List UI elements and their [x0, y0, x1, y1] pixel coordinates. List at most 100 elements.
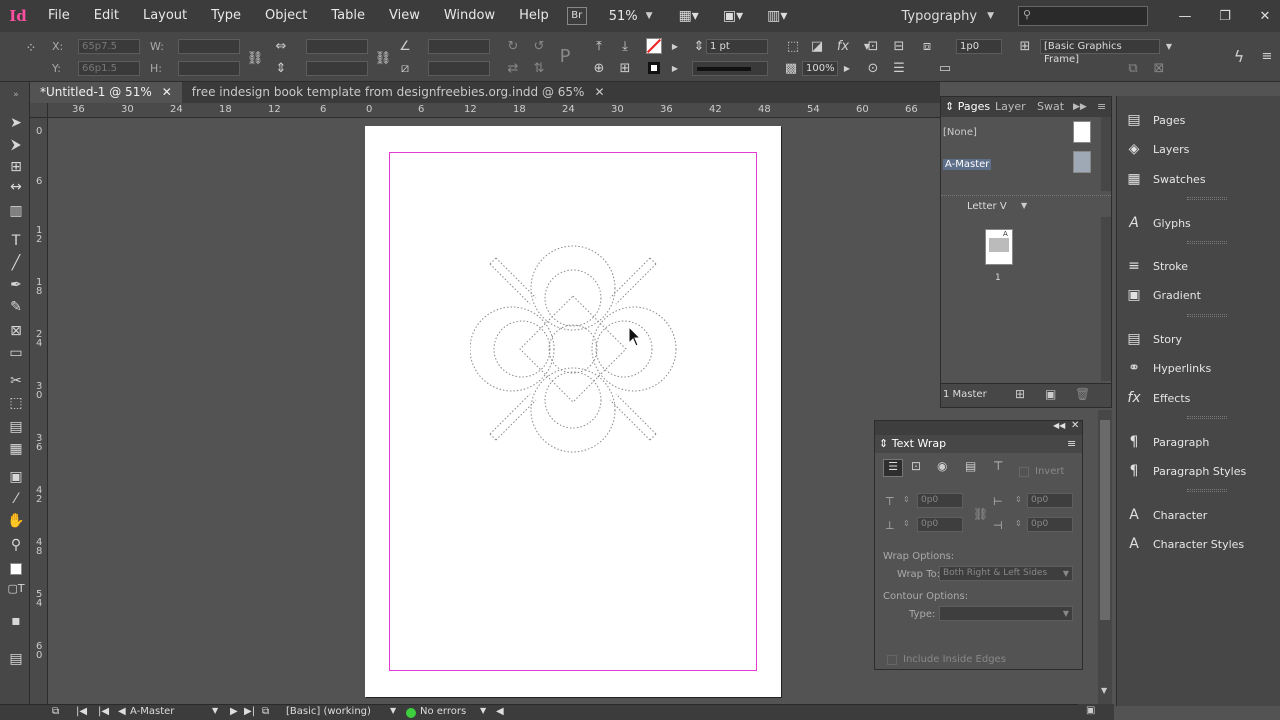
- dock-divider[interactable]: [1187, 197, 1227, 200]
- gradient-feather-tool-icon[interactable]: ▦: [6, 440, 26, 458]
- layout-window-icon[interactable]: ⧉: [52, 706, 59, 717]
- menu-view[interactable]: View: [377, 0, 432, 32]
- search-input[interactable]: ⚲: [1018, 6, 1148, 26]
- right-offset-field[interactable]: 0p0: [1027, 517, 1073, 532]
- dock-item-gradient[interactable]: ▣ Gradient: [1125, 284, 1201, 306]
- top-offset-stepper[interactable]: ⇕: [903, 495, 910, 504]
- preflight-status[interactable]: No errors: [420, 706, 466, 717]
- gap-tool-icon[interactable]: ↔: [6, 178, 26, 196]
- jump-to-next-column-icon[interactable]: ⊤: [993, 459, 1003, 473]
- page-dropdown-icon[interactable]: ▼: [212, 706, 218, 715]
- scale-y-field[interactable]: [306, 61, 368, 76]
- wrap-to-select[interactable]: Both Right & Left Sides ▼: [939, 566, 1073, 581]
- x-field[interactable]: 65p7.5: [78, 39, 140, 54]
- page-1-thumbnail[interactable]: A: [985, 229, 1013, 265]
- ruler-origin[interactable]: [30, 103, 48, 118]
- w-field[interactable]: [178, 39, 240, 54]
- toolbox-collapse-icon[interactable]: »: [6, 86, 26, 104]
- view-toggle-icon[interactable]: ▣: [1086, 705, 1095, 716]
- direct-selection-tool-icon[interactable]: ⮞: [6, 136, 26, 154]
- dock-item-character-styles[interactable]: A Character Styles: [1125, 533, 1244, 555]
- workspace-switcher[interactable]: Typography: [902, 9, 978, 24]
- page-tool-icon[interactable]: ⊞: [6, 158, 26, 176]
- ruler-horizontal[interactable]: 36 30 24 18 12 6 0 6 12 18 24 30 36 42 4…: [48, 103, 940, 118]
- previous-spread-icon[interactable]: ◀: [118, 706, 126, 717]
- flip-h-icon[interactable]: ⇄: [504, 60, 522, 78]
- dock-item-character[interactable]: A Character: [1125, 504, 1207, 526]
- new-page-icon[interactable]: ▣: [1045, 387, 1056, 401]
- menu-type[interactable]: Type: [199, 0, 253, 32]
- object-style-dropdown-icon[interactable]: ▼: [1160, 38, 1178, 56]
- dock-divider[interactable]: [1187, 314, 1227, 317]
- next-page-icon[interactable]: ▶: [230, 706, 238, 717]
- invert-checkbox[interactable]: [1019, 467, 1029, 477]
- bottom-offset-stepper[interactable]: ⇕: [903, 519, 910, 528]
- jump-object-icon[interactable]: ▤: [965, 459, 976, 473]
- minimize-button[interactable]: —: [1170, 9, 1200, 24]
- dock-item-hyperlinks[interactable]: ⚭ Hyperlinks: [1125, 357, 1211, 379]
- arrange-documents-icon[interactable]: ▥▾: [767, 8, 787, 24]
- fit-content-proportional-icon[interactable]: ⊡: [864, 38, 882, 56]
- eyedropper-tool-icon[interactable]: ⁄: [6, 490, 26, 508]
- free-transform-tool-icon[interactable]: ⬚: [6, 394, 26, 412]
- dock-item-paragraph-styles[interactable]: ¶ Paragraph Styles: [1125, 460, 1247, 482]
- rotate-ccw-icon[interactable]: ↺: [530, 38, 548, 56]
- select-previous-icon[interactable]: ⤒: [590, 38, 608, 56]
- wrap-bounding-box-icon[interactable]: ⊡: [911, 459, 921, 473]
- rotate-angle-icon[interactable]: ∠: [396, 38, 414, 56]
- constrain-scale-icon[interactable]: ⛓: [374, 50, 392, 68]
- delete-page-icon[interactable]: 🗑: [1075, 387, 1090, 401]
- menu-table[interactable]: Table: [319, 0, 377, 32]
- panel-menu-icon[interactable]: ≡: [1097, 97, 1106, 117]
- pages-panel-tab-layers[interactable]: Layer: [995, 97, 1026, 117]
- menu-help[interactable]: Help: [507, 0, 561, 32]
- panel-menu-icon[interactable]: ≡: [1067, 437, 1076, 450]
- view-options-icon[interactable]: ▦▾: [679, 8, 699, 24]
- object-style-select[interactable]: [Basic Graphics Frame]: [1040, 39, 1160, 65]
- a-master-thumbnail[interactable]: [1073, 151, 1091, 173]
- vertical-scroll-thumb[interactable]: [1100, 420, 1110, 620]
- edit-page-size-icon[interactable]: ⊞: [1015, 387, 1025, 401]
- select-next-icon[interactable]: ⤓: [616, 38, 634, 56]
- preflight-profile[interactable]: [Basic] (working): [286, 706, 371, 717]
- constrain-proportions-icon[interactable]: ⛓: [246, 50, 264, 68]
- ornament-artwork[interactable]: [470, 240, 680, 460]
- opacity-field[interactable]: 100%: [802, 61, 838, 76]
- view-mode-normal-icon[interactable]: ▪: [6, 612, 26, 630]
- menu-window[interactable]: Window: [432, 0, 507, 32]
- control-panel-menu-icon[interactable]: ≡: [1258, 48, 1276, 66]
- panel-collapse-icon[interactable]: ◀◀: [1053, 421, 1065, 430]
- fit-frame-content-icon[interactable]: ⊟: [890, 38, 908, 56]
- workspace-dropdown-icon[interactable]: ▼: [987, 11, 994, 21]
- select-container-icon[interactable]: P: [556, 48, 574, 66]
- dock-divider[interactable]: [1187, 489, 1227, 492]
- page-select[interactable]: A-Master: [130, 706, 174, 717]
- select-container-alt-icon[interactable]: ⊞: [616, 60, 634, 78]
- rotate-field[interactable]: [428, 39, 490, 54]
- dock-item-stroke[interactable]: ≡ Stroke: [1125, 255, 1188, 277]
- close-icon[interactable]: ✕: [1071, 420, 1079, 431]
- vertical-scrollbar[interactable]: ▼: [1098, 410, 1112, 704]
- type-tool-icon[interactable]: T: [6, 232, 26, 250]
- scroll-left-icon[interactable]: ◀: [496, 706, 504, 717]
- dock-item-glyphs[interactable]: A Glyphs: [1125, 212, 1191, 234]
- scroll-down-icon[interactable]: ▼: [1101, 686, 1107, 695]
- menu-edit[interactable]: Edit: [82, 0, 131, 32]
- fill-frame-proportional-icon[interactable]: ☰: [890, 60, 908, 78]
- rectangle-tool-icon[interactable]: ▭: [6, 344, 26, 362]
- select-content-icon[interactable]: ⊕: [590, 60, 608, 78]
- frame-fitting-icon[interactable]: ⬚: [784, 38, 802, 56]
- dock-item-effects[interactable]: fx Effects: [1125, 387, 1190, 409]
- none-master-label[interactable]: [None]: [943, 127, 977, 138]
- content-collector-tool-icon[interactable]: ▥: [6, 202, 26, 220]
- right-offset-stepper[interactable]: ⇕: [1015, 519, 1022, 528]
- center-content-icon[interactable]: ⊙: [864, 60, 882, 78]
- screen-mode-icon[interactable]: ▣▾: [723, 8, 743, 24]
- quick-apply-icon[interactable]: ϟ: [1230, 48, 1248, 66]
- profile-dropdown-icon[interactable]: ▼: [390, 706, 396, 715]
- text-wrap-titlebar[interactable]: ◀◀ ✕: [875, 420, 1082, 435]
- zoom-level[interactable]: 51%: [609, 9, 638, 24]
- rectangle-frame-tool-icon[interactable]: ⊠: [6, 322, 26, 340]
- no-text-wrap-icon[interactable]: ☰: [883, 459, 903, 477]
- previous-page-icon[interactable]: |◀: [98, 706, 109, 717]
